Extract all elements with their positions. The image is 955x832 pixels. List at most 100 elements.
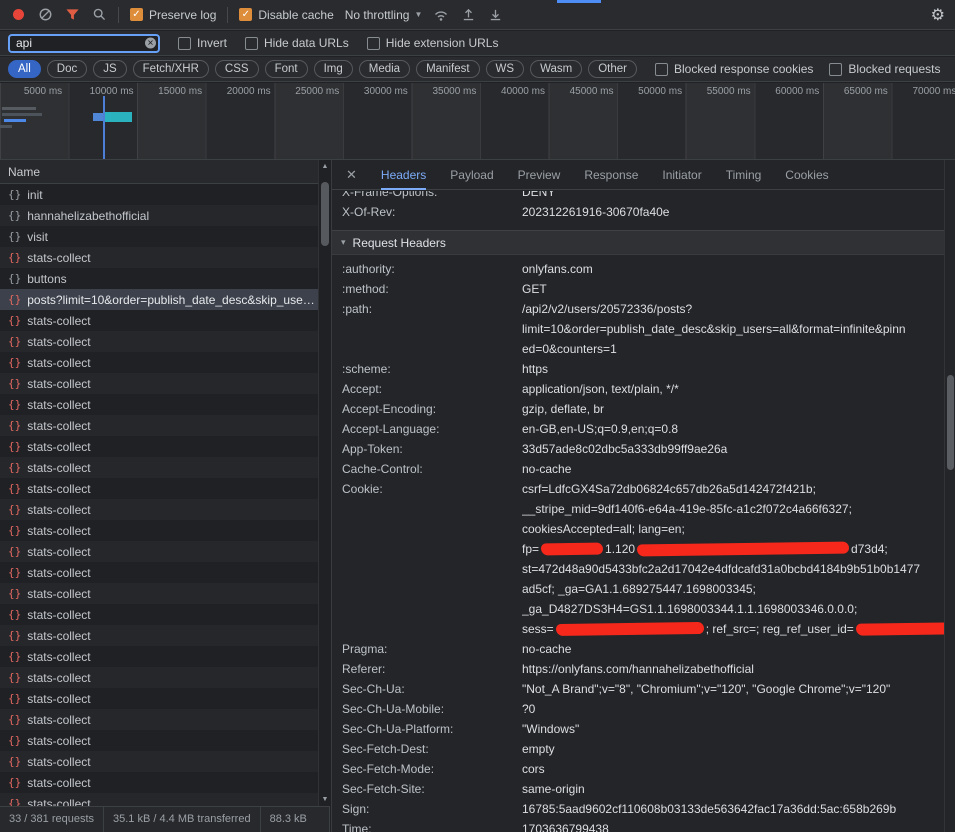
request-row[interactable]: {}posts?limit=10&order=publish_date_desc… xyxy=(0,289,318,310)
request-row[interactable]: {}stats-collect xyxy=(0,667,318,688)
disable-cache-checkbox[interactable]: ✓ Disable cache xyxy=(239,8,333,22)
request-list-scrollbar[interactable]: ▲ ▼ xyxy=(318,160,330,806)
tab-preview[interactable]: Preview xyxy=(518,160,561,190)
scrollbar-thumb[interactable] xyxy=(321,182,329,246)
request-row[interactable]: {}stats-collect xyxy=(0,352,318,373)
scroll-down-icon[interactable]: ▼ xyxy=(319,796,331,803)
tab-response[interactable]: Response xyxy=(584,160,638,190)
request-row[interactable]: {}stats-collect xyxy=(0,457,318,478)
type-filter-manifest[interactable]: Manifest xyxy=(416,60,479,78)
request-row[interactable]: {}hannahelizabethofficial xyxy=(0,205,318,226)
request-row[interactable]: {}stats-collect xyxy=(0,310,318,331)
request-row[interactable]: {}stats-collect xyxy=(0,331,318,352)
clear-button[interactable] xyxy=(37,7,53,23)
request-row[interactable]: {}stats-collect xyxy=(0,646,318,667)
record-button[interactable] xyxy=(10,7,26,23)
request-row[interactable]: {}stats-collect xyxy=(0,625,318,646)
clear-filter-icon[interactable]: ✕ xyxy=(145,38,156,49)
search-button[interactable] xyxy=(91,7,107,23)
export-har-button[interactable] xyxy=(460,7,476,23)
header-value-line: st=472d48a90d5433bfc2a2d17042e4dfdcafd31… xyxy=(522,559,944,579)
type-filter-ws[interactable]: WS xyxy=(486,60,525,78)
waterfall-bar xyxy=(4,119,26,122)
scroll-up-icon[interactable]: ▲ xyxy=(319,163,331,170)
request-row[interactable]: {}stats-collect xyxy=(0,541,318,562)
filter-input[interactable] xyxy=(8,34,160,53)
tab-initiator[interactable]: Initiator xyxy=(662,160,701,190)
script-icon: {} xyxy=(8,293,21,306)
request-row[interactable]: {}visit xyxy=(0,226,318,247)
name-column-header[interactable]: Name xyxy=(0,160,318,184)
network-conditions-button[interactable] xyxy=(433,7,449,23)
blocked-requests-checkbox[interactable]: Blocked requests xyxy=(829,62,940,76)
header-value: csrf=LdfcGX4Sa72db06824c657db26a5d142472… xyxy=(522,479,944,639)
header-name: Cache-Control: xyxy=(332,459,522,479)
type-filter-wasm[interactable]: Wasm xyxy=(530,60,582,78)
request-row[interactable]: {}stats-collect xyxy=(0,772,318,793)
request-row[interactable]: {}stats-collect xyxy=(0,751,318,772)
section-header[interactable]: ▾Request Headers xyxy=(332,231,944,255)
type-filter-list: All Doc JS Fetch/XHR CSS Font Img Media Manifest… xyxy=(8,60,637,78)
tab-timing[interactable]: Timing xyxy=(726,160,762,190)
request-row[interactable]: {}stats-collect xyxy=(0,415,318,436)
tab-headers[interactable]: Headers xyxy=(381,160,426,190)
request-row[interactable]: {}stats-collect xyxy=(0,520,318,541)
chevron-down-icon: ▼ xyxy=(414,10,422,19)
details-pane: ✕ Headers Payload Preview Response Initiator… xyxy=(331,160,944,832)
redaction-scribble xyxy=(637,542,849,557)
close-icon[interactable]: ✕ xyxy=(346,167,357,183)
settings-button[interactable]: ⚙ xyxy=(931,5,945,25)
type-filter-other[interactable]: Other xyxy=(588,60,637,78)
request-row[interactable]: {}stats-collect xyxy=(0,436,318,457)
tab-payload[interactable]: Payload xyxy=(450,160,493,190)
request-row[interactable]: {}stats-collect xyxy=(0,499,318,520)
request-row[interactable]: {}stats-collect xyxy=(0,688,318,709)
request-row[interactable]: {}stats-collect xyxy=(0,793,318,806)
type-filter-css[interactable]: CSS xyxy=(215,60,259,78)
script-icon: {} xyxy=(8,692,21,705)
request-row[interactable]: {}stats-collect xyxy=(0,394,318,415)
type-filter-doc[interactable]: Doc xyxy=(47,60,87,78)
network-conditions-icon xyxy=(433,7,449,23)
request-row[interactable]: {}stats-collect xyxy=(0,562,318,583)
header-name: Accept-Language: xyxy=(332,419,522,439)
hide-extension-urls-checkbox[interactable]: Hide extension URLs xyxy=(367,36,499,50)
request-row[interactable]: {}stats-collect xyxy=(0,478,318,499)
waterfall-bar xyxy=(2,107,36,110)
header-value-line: empty xyxy=(522,739,944,759)
filter-toggle-button[interactable] xyxy=(64,7,80,23)
timeline-overview[interactable]: 5000 ms10000 ms15000 ms20000 ms25000 ms3… xyxy=(0,83,955,160)
details-scrollbar[interactable] xyxy=(944,160,955,832)
request-name: stats-collect xyxy=(27,356,90,370)
request-row[interactable]: {}stats-collect xyxy=(0,709,318,730)
request-row[interactable]: {}init xyxy=(0,184,318,205)
tab-cookies[interactable]: Cookies xyxy=(785,160,828,190)
type-filter-media[interactable]: Media xyxy=(359,60,410,78)
request-row[interactable]: {}stats-collect xyxy=(0,373,318,394)
request-row[interactable]: {}stats-collect xyxy=(0,247,318,268)
invert-checkbox[interactable]: Invert xyxy=(178,36,227,50)
header-value: application/json, text/plain, */* xyxy=(522,379,944,399)
import-har-button[interactable] xyxy=(487,7,503,23)
scrollbar-thumb[interactable] xyxy=(947,375,954,470)
script-icon: {} xyxy=(8,482,21,495)
type-filter-all[interactable]: All xyxy=(8,60,41,78)
request-name: stats-collect xyxy=(27,503,90,517)
type-filter-img[interactable]: Img xyxy=(314,60,353,78)
request-row[interactable]: {}stats-collect xyxy=(0,583,318,604)
request-row[interactable]: {}stats-collect xyxy=(0,604,318,625)
timeline-tick: 50000 ms xyxy=(638,86,682,97)
header-value-line: ad5cf; _ga=GA1.1.689275447.1698003345; xyxy=(522,579,944,599)
type-filter-font[interactable]: Font xyxy=(265,60,308,78)
request-row[interactable]: {}stats-collect xyxy=(0,730,318,751)
header-value-line: https://onlyfans.com/hannahelizabethoffi… xyxy=(522,659,944,679)
hide-data-urls-checkbox[interactable]: Hide data URLs xyxy=(245,36,349,50)
type-filter-fetch-xhr[interactable]: Fetch/XHR xyxy=(133,60,209,78)
header-value-line: __stripe_mid=9df140f6-e64a-419e-85fc-a1c… xyxy=(522,499,944,519)
type-filter-js[interactable]: JS xyxy=(93,60,126,78)
network-summary-bar: 33 / 381 requests 35.1 kB / 4.4 MB trans… xyxy=(0,806,330,832)
throttling-dropdown[interactable]: No throttling ▼ xyxy=(345,8,423,22)
preserve-log-checkbox[interactable]: ✓ Preserve log xyxy=(130,8,216,22)
blocked-response-cookies-checkbox[interactable]: Blocked response cookies xyxy=(655,62,813,76)
request-row[interactable]: {}buttons xyxy=(0,268,318,289)
